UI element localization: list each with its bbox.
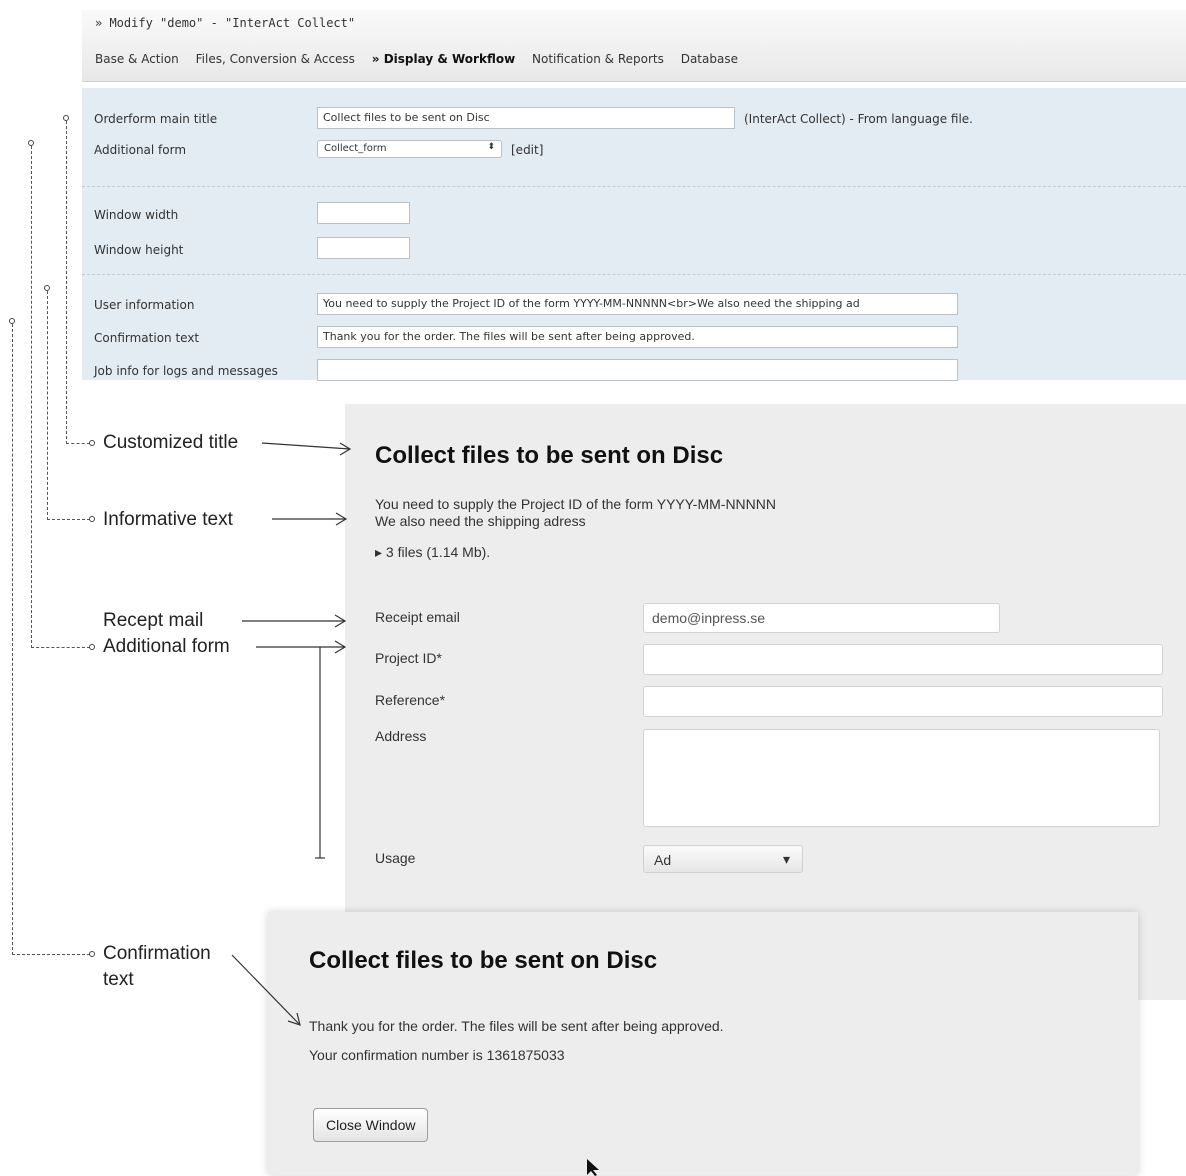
annotation-arrows [231, 442, 352, 1026]
